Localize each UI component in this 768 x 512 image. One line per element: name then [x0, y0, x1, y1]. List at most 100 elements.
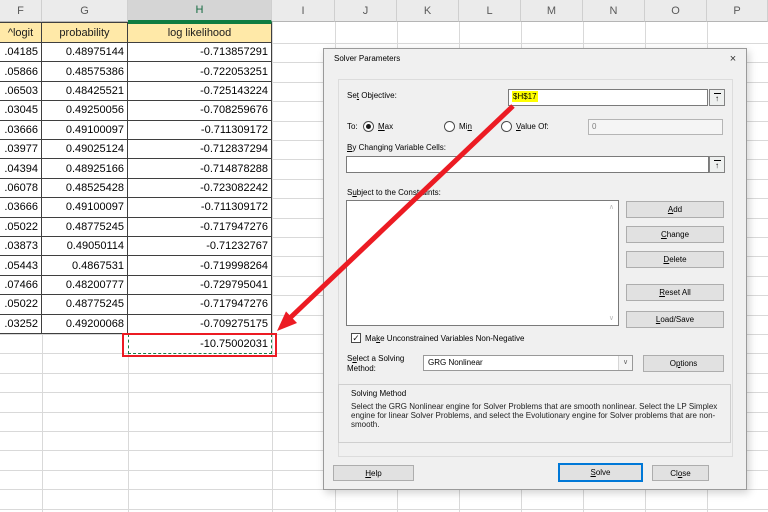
- table-cell[interactable]: -0.722053251: [128, 62, 272, 82]
- column-header-P[interactable]: P: [707, 0, 768, 22]
- table-cell[interactable]: .03873: [0, 237, 42, 257]
- solving-method-label-line2: Method:: [347, 364, 376, 373]
- table-cell[interactable]: -0.717947276: [128, 217, 272, 237]
- options-button[interactable]: Op tions: [643, 355, 724, 372]
- column-header-O[interactable]: O: [645, 0, 707, 22]
- table-cell[interactable]: .05866: [0, 62, 42, 82]
- table-cell[interactable]: .03045: [0, 101, 42, 121]
- table-cell[interactable]: -0.713857291: [128, 43, 272, 63]
- table-cell[interactable]: -0.708259676: [128, 101, 272, 121]
- load-save-button[interactable]: Load/Save: [626, 311, 724, 328]
- table-cell[interactable]: 0.48525428: [42, 178, 128, 199]
- collapse-arrow-icon: ↑: [713, 159, 721, 170]
- table-cell[interactable]: 0.48775245: [42, 295, 128, 315]
- solving-method-value: GRG Nonlinear: [428, 358, 483, 367]
- table-cell[interactable]: .06078: [0, 178, 42, 199]
- table-cell[interactable]: -0.725143224: [128, 81, 272, 102]
- table-cell[interactable]: -0.711309172: [128, 198, 272, 218]
- constraints-listbox[interactable]: ∧ ∨: [346, 200, 619, 326]
- column-header-G[interactable]: G: [42, 0, 128, 22]
- table-cell[interactable]: 0.48575386: [42, 62, 128, 82]
- table-cell[interactable]: 0.49100097: [42, 198, 128, 218]
- table-cell[interactable]: 0.49025124: [42, 140, 128, 160]
- close-button[interactable]: Cl o se: [652, 465, 709, 481]
- close-icon[interactable]: ×: [723, 51, 743, 67]
- solve-button[interactable]: Solve: [558, 463, 643, 482]
- min-radio-label[interactable]: Min: [459, 122, 472, 131]
- table-cell[interactable]: 0.48925166: [42, 159, 128, 179]
- chevron-down-icon: ∨: [618, 356, 632, 370]
- solving-method-description: Select the GRG Nonlinear engine for Solv…: [351, 402, 718, 429]
- table-cell[interactable]: .05022: [0, 217, 42, 237]
- to-label: To:: [347, 122, 358, 131]
- table-cell[interactable]: 0.49100097: [42, 120, 128, 140]
- table-cell[interactable]: 0.49200068: [42, 314, 128, 334]
- table-cell[interactable]: .05443: [0, 256, 42, 276]
- reset-all-button[interactable]: Reset All: [626, 284, 724, 301]
- table-cell[interactable]: -0.714878288: [128, 159, 272, 179]
- non-negative-checkbox-label[interactable]: Make Unconstrained Variables Non-Negativ…: [365, 334, 525, 343]
- column-header-F[interactable]: F: [0, 0, 42, 22]
- table-header-cell[interactable]: log likelihood: [128, 22, 272, 43]
- table-cell[interactable]: 0.48775245: [42, 217, 128, 237]
- gridline: [0, 508, 768, 510]
- help-button[interactable]: Help: [333, 465, 414, 481]
- change-button[interactable]: Change: [626, 226, 724, 243]
- by-changing-label: By Changing Variable Cells:: [347, 143, 447, 152]
- table-cell[interactable]: -0.729795041: [128, 275, 272, 296]
- subject-constraints-label: Subject to the Constraints:: [347, 188, 441, 197]
- table-header-cell[interactable]: probability: [42, 22, 128, 43]
- table-header-cell[interactable]: ^logit: [0, 22, 42, 43]
- scroll-down-icon: ∨: [608, 315, 614, 322]
- table-cell[interactable]: 0.49250056: [42, 101, 128, 121]
- table-cell[interactable]: -0.71232767: [128, 237, 272, 257]
- table-cell[interactable]: .05022: [0, 295, 42, 315]
- value-of-radio[interactable]: [501, 121, 512, 132]
- table-cell[interactable]: .03666: [0, 198, 42, 218]
- column-header-M[interactable]: M: [521, 0, 583, 22]
- max-radio-label[interactable]: Max: [378, 122, 393, 131]
- table-cell[interactable]: 0.48975144: [42, 43, 128, 63]
- solving-method-dropdown[interactable]: GRG Nonlinear ∨: [423, 355, 633, 371]
- collapse-dialog-button-2[interactable]: ↑: [709, 156, 725, 173]
- table-cell[interactable]: -0.719998264: [128, 256, 272, 276]
- add-button[interactable]: Add: [626, 201, 724, 218]
- column-header-K[interactable]: K: [397, 0, 459, 22]
- table-cell[interactable]: .03666: [0, 120, 42, 140]
- dialog-titlebar[interactable]: Solver Parameters ×: [324, 49, 746, 69]
- column-header-L[interactable]: L: [459, 0, 521, 22]
- value-of-radio-label[interactable]: Value Of:: [516, 122, 549, 131]
- table-cell[interactable]: -0.712837294: [128, 140, 272, 160]
- table-cell[interactable]: -0.711309172: [128, 120, 272, 140]
- table-cell[interactable]: -0.709275175: [128, 314, 272, 334]
- collapse-dialog-button[interactable]: ↑: [709, 89, 725, 106]
- max-radio[interactable]: [363, 121, 374, 132]
- set-objective-label: Set Objective:: [347, 91, 397, 100]
- table-cell[interactable]: .03977: [0, 140, 42, 160]
- dialog-title: Solver Parameters: [334, 54, 401, 63]
- gridline: [272, 22, 273, 512]
- non-negative-checkbox[interactable]: ✓: [351, 333, 361, 343]
- column-header-I[interactable]: I: [272, 0, 335, 22]
- column-header-J[interactable]: J: [335, 0, 397, 22]
- min-radio[interactable]: [444, 121, 455, 132]
- table-cell[interactable]: .04185: [0, 43, 42, 63]
- table-cell[interactable]: 0.48425521: [42, 81, 128, 102]
- table-cell[interactable]: .03252: [0, 314, 42, 334]
- by-changing-input[interactable]: [346, 156, 709, 173]
- column-header-N[interactable]: N: [583, 0, 645, 22]
- table-cell[interactable]: 0.49050114: [42, 237, 128, 257]
- table-cell[interactable]: 0.4867531: [42, 256, 128, 276]
- collapse-arrow-icon: ↑: [713, 92, 721, 103]
- excel-solver-screen: FGHIJKLMNOP ^logit probability log likelih…: [0, 0, 768, 512]
- table-cell[interactable]: .06503: [0, 81, 42, 102]
- table-cell[interactable]: .07466: [0, 275, 42, 296]
- table-cell[interactable]: 0.48200777: [42, 275, 128, 296]
- table-cell[interactable]: -0.723082242: [128, 178, 272, 199]
- column-header-H[interactable]: H: [128, 0, 272, 22]
- set-objective-input[interactable]: $H$17: [508, 89, 708, 106]
- delete-button[interactable]: Delete: [626, 251, 724, 268]
- table-cell[interactable]: -0.717947276: [128, 295, 272, 315]
- scroll-up-icon: ∧: [608, 204, 614, 211]
- table-cell[interactable]: .04394: [0, 159, 42, 179]
